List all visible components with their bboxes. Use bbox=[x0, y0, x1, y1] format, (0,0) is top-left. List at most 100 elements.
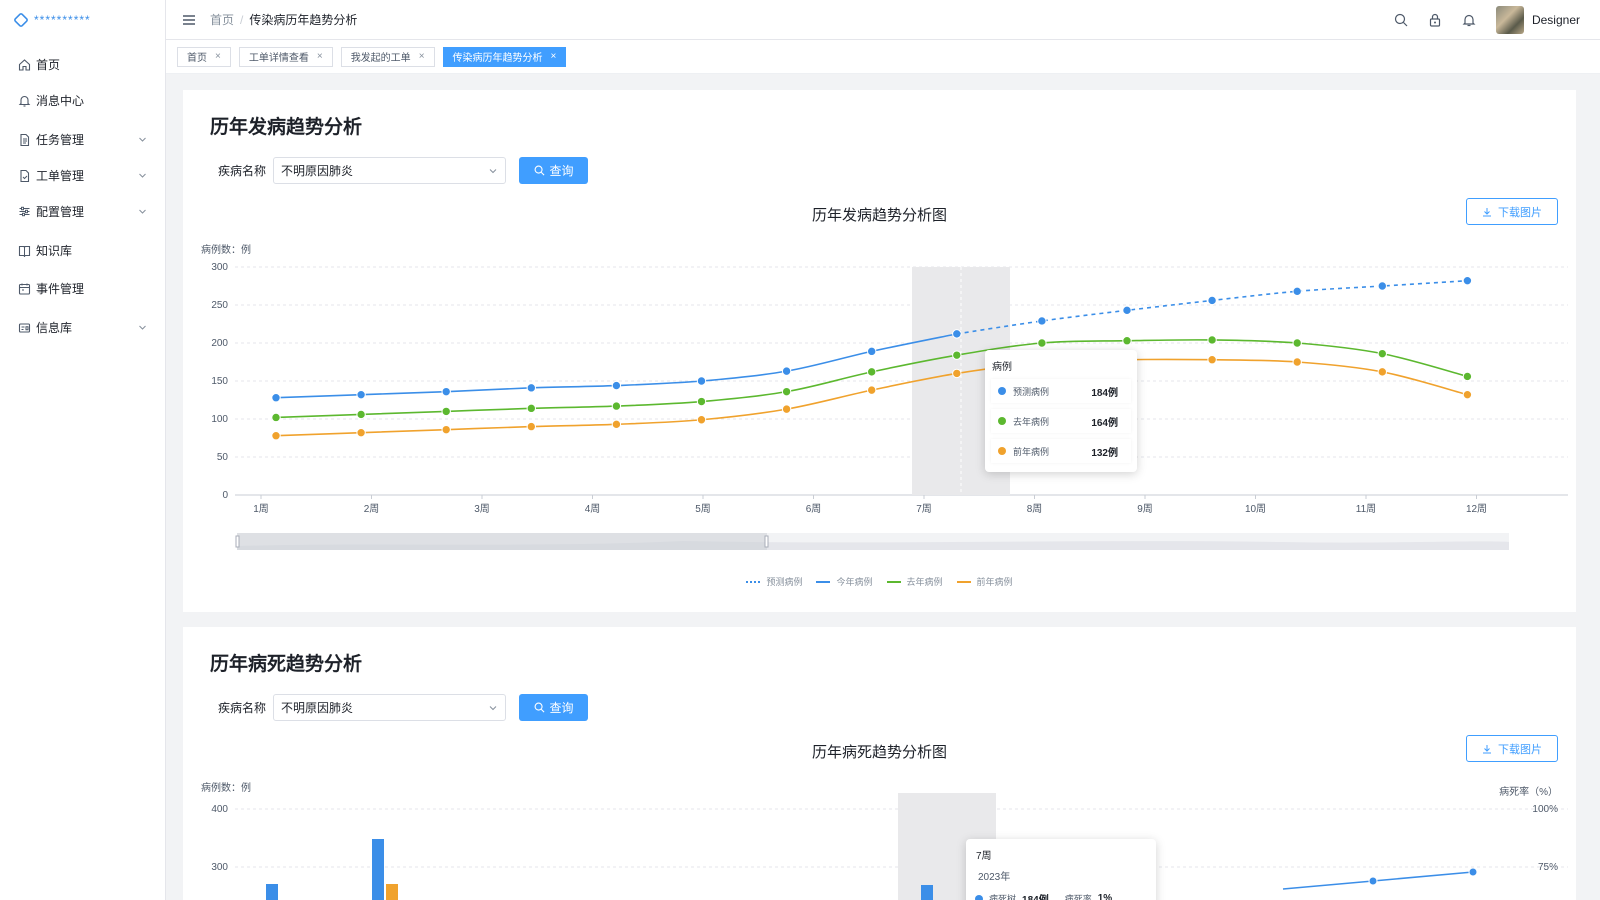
legend-item[interactable]: 今年病例 bbox=[816, 575, 873, 588]
legend-item[interactable]: 去年病例 bbox=[886, 575, 943, 588]
tooltip-row-value: 132例 bbox=[1091, 447, 1118, 459]
tab[interactable]: 工单详情查看 × bbox=[238, 46, 333, 67]
tooltip-row: 前年病例 132例 bbox=[991, 439, 1131, 463]
header-actions: Designer bbox=[1394, 5, 1600, 34]
data-point bbox=[1462, 371, 1473, 382]
x-tick-label: 11周 bbox=[1356, 503, 1376, 515]
breadcrumb: 首页 / 传染病历年趋势分析 bbox=[210, 11, 357, 28]
tooltip-count-label: 病死树 bbox=[989, 894, 1017, 900]
sidebar-item[interactable]: 任务管理 bbox=[0, 121, 165, 157]
bell-icon bbox=[18, 94, 31, 107]
x-tick-label: 2周 bbox=[364, 503, 380, 515]
menu-toggle-icon[interactable] bbox=[182, 13, 196, 27]
data-point bbox=[526, 383, 536, 393]
y-tick-label: 300 bbox=[211, 862, 228, 873]
y-tick-label: 200 bbox=[211, 338, 228, 349]
data-point bbox=[1122, 305, 1132, 316]
close-icon[interactable]: × bbox=[215, 51, 221, 62]
y-tick-label: 250 bbox=[211, 300, 228, 311]
tab[interactable]: 首页 × bbox=[177, 46, 231, 67]
tab[interactable]: 传染病历年趋势分析 × bbox=[442, 46, 567, 67]
data-point bbox=[952, 350, 962, 360]
user-name[interactable]: Designer bbox=[1532, 13, 1580, 27]
tab[interactable]: 我发起的工单 × bbox=[340, 46, 435, 67]
sidebar-nav: 首页消息中心任务管理 工单管理配置管理知识库 事件管理 信息库 bbox=[0, 46, 165, 345]
tab-bar: 首页 × 工单详情查看 × 我发起的工单 × 传染病历年趋势分析 × bbox=[166, 40, 1600, 74]
chevron-down-icon[interactable] bbox=[138, 171, 147, 180]
series-line bbox=[956, 279, 1468, 335]
data-point bbox=[1292, 357, 1302, 367]
tooltip-row-value: 164例 bbox=[1091, 417, 1118, 429]
close-icon[interactable]: × bbox=[551, 51, 557, 62]
sidebar: ********** 首页消息中心任务管理 工单管理配置管理知识库 事件管理 信息库 bbox=[0, 0, 166, 900]
chevron-down-icon[interactable] bbox=[138, 323, 147, 332]
data-zoom-slider[interactable] bbox=[235, 533, 1509, 550]
sidebar-item[interactable]: 信息库 bbox=[0, 309, 165, 345]
y-tick-label: 300 bbox=[211, 262, 228, 273]
tooltip-rate-value: 1% bbox=[1097, 893, 1113, 900]
breadcrumb-separator: / bbox=[240, 12, 244, 27]
data-point bbox=[441, 424, 451, 435]
data-point bbox=[356, 389, 366, 400]
data-point bbox=[1462, 275, 1473, 286]
data-point bbox=[696, 376, 707, 386]
tooltip-row: 去年病例 164例 bbox=[991, 409, 1131, 433]
data-point bbox=[611, 419, 622, 430]
sidebar-item[interactable]: 事件管理 bbox=[0, 270, 165, 306]
data-point bbox=[356, 409, 366, 420]
home-icon bbox=[18, 58, 31, 71]
y2-tick-label: 100% bbox=[1532, 804, 1558, 815]
chart-tooltip: 病例 预测病例 184例 去年病例 164例 前年病例 132例 bbox=[985, 350, 1137, 472]
data-point bbox=[271, 412, 281, 423]
x-tick-label: 9周 bbox=[1137, 503, 1153, 515]
tooltip-row-value: 184例 bbox=[1091, 387, 1118, 399]
sidebar-item[interactable]: 消息中心 bbox=[0, 82, 165, 118]
breadcrumb-home[interactable]: 首页 bbox=[210, 11, 234, 28]
tooltip-title: 7周 bbox=[976, 851, 992, 862]
app-logo[interactable]: ********** bbox=[0, 0, 165, 40]
mortality-bar-chart: 病例数：例 病死率（%） 300 400 100% 75% bbox=[201, 781, 1568, 900]
sidebar-item-label: 消息中心 bbox=[36, 93, 85, 108]
tooltip-count-value: 184例 bbox=[1022, 891, 1049, 900]
x-tick-label: 1周 bbox=[253, 503, 269, 515]
sidebar-item[interactable]: 工单管理 bbox=[0, 157, 165, 193]
data-point bbox=[526, 421, 536, 432]
calendar-icon bbox=[18, 282, 31, 295]
chevron-down-icon[interactable] bbox=[138, 207, 147, 216]
series-dot-icon bbox=[998, 447, 1006, 455]
lock-icon[interactable] bbox=[1428, 13, 1442, 27]
tab-label: 我发起的工单 bbox=[350, 53, 411, 64]
legend-item[interactable]: 预测病例 bbox=[746, 575, 802, 588]
data-point bbox=[1377, 348, 1388, 359]
x-tick-label: 7周 bbox=[916, 503, 932, 515]
sidebar-item-label: 首页 bbox=[36, 57, 61, 72]
logo-text: ********** bbox=[34, 13, 91, 27]
data-point bbox=[867, 385, 877, 395]
x-tick-label: 3周 bbox=[474, 503, 490, 515]
chevron-down-icon[interactable] bbox=[138, 135, 147, 144]
data-point bbox=[1292, 286, 1302, 297]
user-avatar[interactable] bbox=[1495, 5, 1524, 34]
notification-bell-icon[interactable] bbox=[1462, 13, 1476, 27]
data-point bbox=[1207, 295, 1217, 306]
legend-item[interactable]: 前年病例 bbox=[956, 575, 1013, 588]
y-tick-label: 0 bbox=[222, 490, 228, 501]
bar bbox=[372, 839, 384, 900]
close-icon[interactable]: × bbox=[419, 51, 425, 62]
tab-label: 首页 bbox=[187, 53, 207, 64]
tooltip-subtitle: 2023年 bbox=[978, 872, 1011, 883]
data-point bbox=[1468, 867, 1478, 877]
sidebar-item[interactable]: 配置管理 bbox=[0, 193, 165, 229]
legend-swatch-icon bbox=[886, 580, 901, 583]
tooltip-row-label: 前年病例 bbox=[1013, 446, 1050, 457]
sidebar-item[interactable]: 首页 bbox=[0, 46, 165, 82]
data-point bbox=[356, 427, 366, 438]
sidebar-item[interactable]: 知识库 bbox=[0, 232, 165, 268]
data-point bbox=[1368, 876, 1378, 886]
data-point bbox=[781, 404, 792, 414]
y-tick-label: 100 bbox=[211, 414, 228, 425]
y2-tick-label: 75% bbox=[1538, 862, 1558, 873]
sidebar-item-label: 配置管理 bbox=[36, 204, 85, 219]
close-icon[interactable]: × bbox=[317, 51, 323, 62]
search-icon[interactable] bbox=[1394, 13, 1408, 27]
